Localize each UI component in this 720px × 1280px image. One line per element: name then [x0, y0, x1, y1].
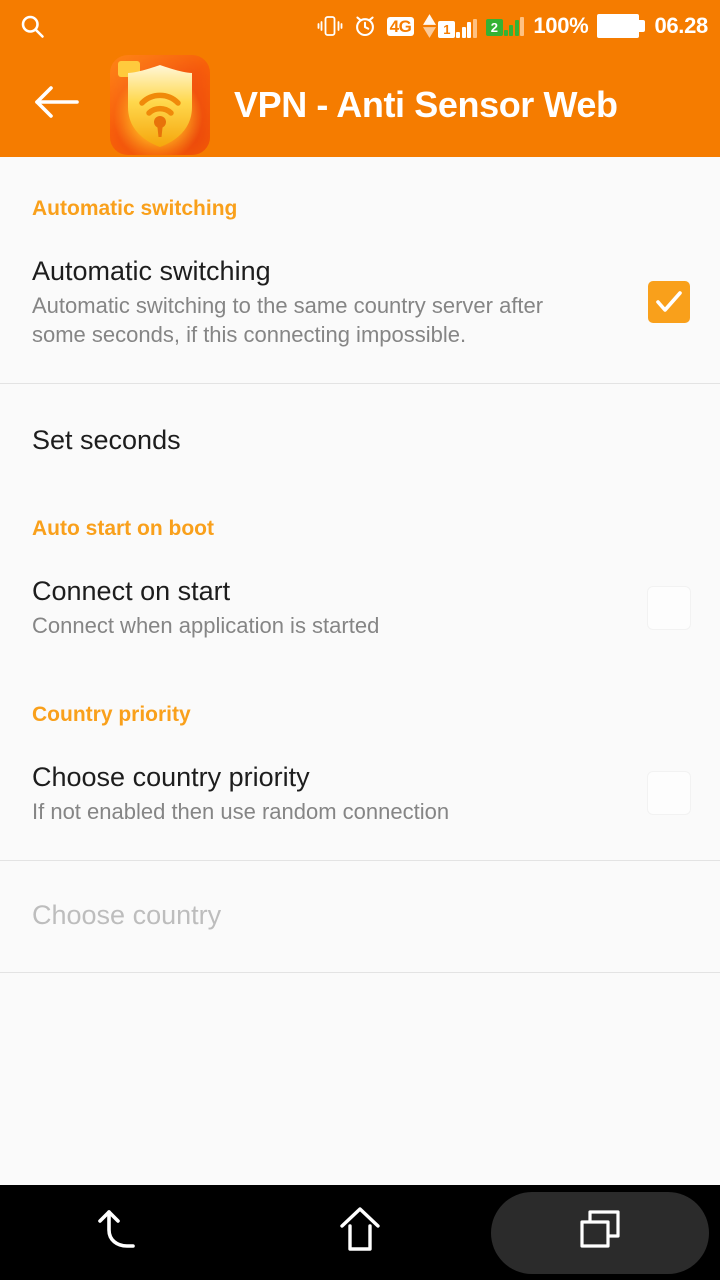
- setting-title: Automatic switching: [32, 256, 271, 286]
- nav-back-button[interactable]: [0, 1185, 240, 1280]
- setting-subtitle: Automatic switching to the same country …: [32, 292, 544, 347]
- battery-icon: [597, 14, 646, 38]
- setting-text-choose-country-priority: Choose country priority If not enabled t…: [32, 761, 648, 827]
- sim1-bars: [456, 19, 477, 38]
- setting-title: Set seconds: [32, 425, 181, 456]
- setting-row-connect-on-start[interactable]: Connect on start Connect when applicatio…: [0, 541, 720, 675]
- app-icon: [110, 54, 210, 155]
- sim2-badge: 2: [485, 18, 503, 36]
- status-bar-left: [18, 12, 46, 40]
- system-navigation-bar: [0, 1185, 720, 1280]
- sim1-signal-icon: 1: [423, 14, 477, 38]
- home-icon: [333, 1204, 387, 1261]
- back-navigation-button[interactable]: [0, 52, 110, 157]
- checkbox-choose-country-priority[interactable]: [648, 772, 690, 815]
- clock-label: 06.28: [654, 13, 708, 38]
- setting-text-set-seconds: Set seconds: [32, 424, 690, 457]
- list-divider: [0, 972, 720, 974]
- vibrate-icon: [317, 14, 343, 38]
- alarm-clock-icon: [352, 13, 378, 39]
- section-header-country-priority: Country priority: [32, 702, 191, 726]
- setting-title: Connect on start: [32, 576, 231, 607]
- data-transfer-arrows-icon: [423, 14, 437, 38]
- settings-list: Automatic switching Automatic switching …: [0, 157, 720, 1185]
- setting-text-choose-country: Choose country: [32, 899, 690, 932]
- back-icon: [91, 1204, 149, 1261]
- setting-subtitle: If not enabled then use random connectio…: [32, 798, 450, 824]
- setting-text-connect-on-start: Connect on start Connect when applicatio…: [32, 575, 648, 641]
- nav-recents-button[interactable]: [480, 1185, 720, 1280]
- setting-title: Choose country priority: [32, 761, 310, 792]
- app-bar: VPN - Anti Sensor Web: [0, 52, 720, 157]
- search-icon[interactable]: [18, 12, 46, 40]
- back-arrow-icon: [29, 82, 81, 127]
- setting-text-automatic-switching: Automatic switching Automatic switching …: [32, 255, 648, 349]
- nav-home-button[interactable]: [240, 1185, 480, 1280]
- setting-row-choose-country-priority[interactable]: Choose country priority If not enabled t…: [0, 727, 720, 861]
- checkbox-automatic-switching[interactable]: [648, 281, 690, 324]
- battery-percent-label: 100%: [533, 13, 589, 38]
- setting-title: Choose country: [32, 900, 222, 931]
- phone-screen: 4G 1 2 100% 06.28 VPN - Anti Sensor Web …: [0, 0, 720, 1280]
- setting-subtitle: Connect when application is started: [32, 613, 380, 638]
- setting-row-choose-country[interactable]: Choose country: [0, 861, 720, 972]
- setting-row-set-seconds[interactable]: Set seconds: [0, 384, 720, 497]
- sim2-signal-icon: 2: [485, 16, 525, 36]
- checkbox-connect-on-start[interactable]: [648, 586, 690, 629]
- status-bar: 4G 1 2 100% 06.28: [0, 0, 720, 52]
- status-bar-right: 4G 1 2 100% 06.28: [317, 13, 708, 39]
- section-header-automatic-switching: Automatic switching: [32, 197, 238, 220]
- setting-row-automatic-switching[interactable]: Automatic switching Automatic switching …: [0, 221, 720, 383]
- sim1-badge: 1: [438, 21, 456, 38]
- recents-icon: [574, 1206, 626, 1259]
- nav-recents-highlight: [491, 1191, 709, 1274]
- page-title: VPN - Anti Sensor Web: [234, 83, 618, 125]
- sim2-bars: [503, 16, 525, 36]
- network-type-badge: 4G: [386, 16, 415, 36]
- section-header-auto-start-on-boot: Auto start on boot: [32, 517, 214, 541]
